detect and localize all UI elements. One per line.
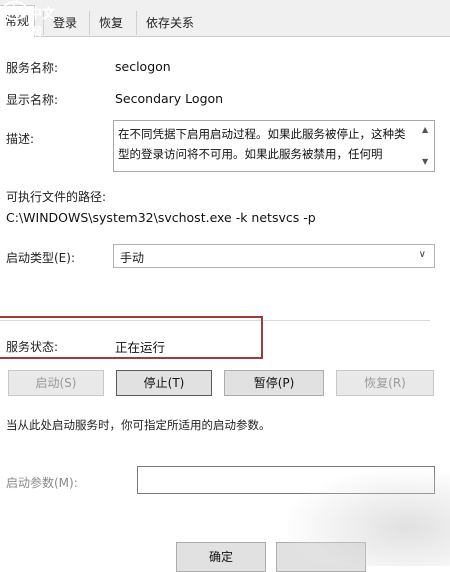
- ok-button[interactable]: 确定: [176, 542, 266, 572]
- scroll-down-arrow-icon[interactable]: ▼: [422, 157, 428, 166]
- watermark-blur: [288, 471, 450, 566]
- description-box[interactable]: 在不同凭据下启用启动过程。如果此服务被停止，这种类型的登录访问将不可用。如果此服…: [113, 120, 435, 172]
- logo-php-text: php: [5, 4, 27, 15]
- resume-button[interactable]: 恢复(R): [336, 370, 434, 396]
- service-status-label: 服务状态:: [6, 340, 59, 354]
- startup-type-label: 启动类型(E):: [6, 251, 75, 265]
- tab-recovery[interactable]: 恢复: [89, 11, 132, 35]
- service-name-value: seclogon: [115, 59, 171, 74]
- exe-path-value: C:\WINDOWS\system32\svchost.exe -k netsv…: [6, 210, 316, 225]
- service-status-value: 正在运行: [115, 340, 166, 355]
- tab-dependencies[interactable]: 依存关系: [136, 11, 203, 35]
- scroll-up-arrow-icon[interactable]: ▲: [422, 125, 428, 134]
- pause-button[interactable]: 暂停(P): [224, 370, 324, 396]
- site-logo: php 中文网: [0, 0, 60, 41]
- logo-site-text: 中文网: [29, 7, 56, 41]
- stop-button[interactable]: 停止(T): [116, 370, 212, 396]
- display-name-value: Secondary Logon: [115, 91, 224, 106]
- chevron-down-icon: ∨: [418, 249, 426, 260]
- start-params-label: 启动参数(M):: [6, 476, 78, 490]
- tab-strip: 常规 登录 恢复 依存关系: [0, 0, 450, 37]
- description-scrollbar[interactable]: ▲ ▼: [419, 121, 434, 171]
- start-params-hint: 当从此处启动服务时，你可指定所适用的启动参数。: [6, 418, 271, 432]
- startup-type-select[interactable]: 手动 ∨: [113, 244, 435, 268]
- display-name-label: 显示名称:: [6, 93, 59, 107]
- startup-type-value: 手动: [120, 251, 145, 265]
- description-text: 在不同凭据下启用启动过程。如果此服务被停止，这种类型的登录访问将不可用。如果此服…: [118, 127, 406, 161]
- exe-path-label: 可执行文件的路径:: [6, 190, 107, 204]
- start-button[interactable]: 启动(S): [8, 370, 104, 396]
- service-name-label: 服务名称:: [6, 61, 59, 75]
- description-label: 描述:: [6, 132, 35, 146]
